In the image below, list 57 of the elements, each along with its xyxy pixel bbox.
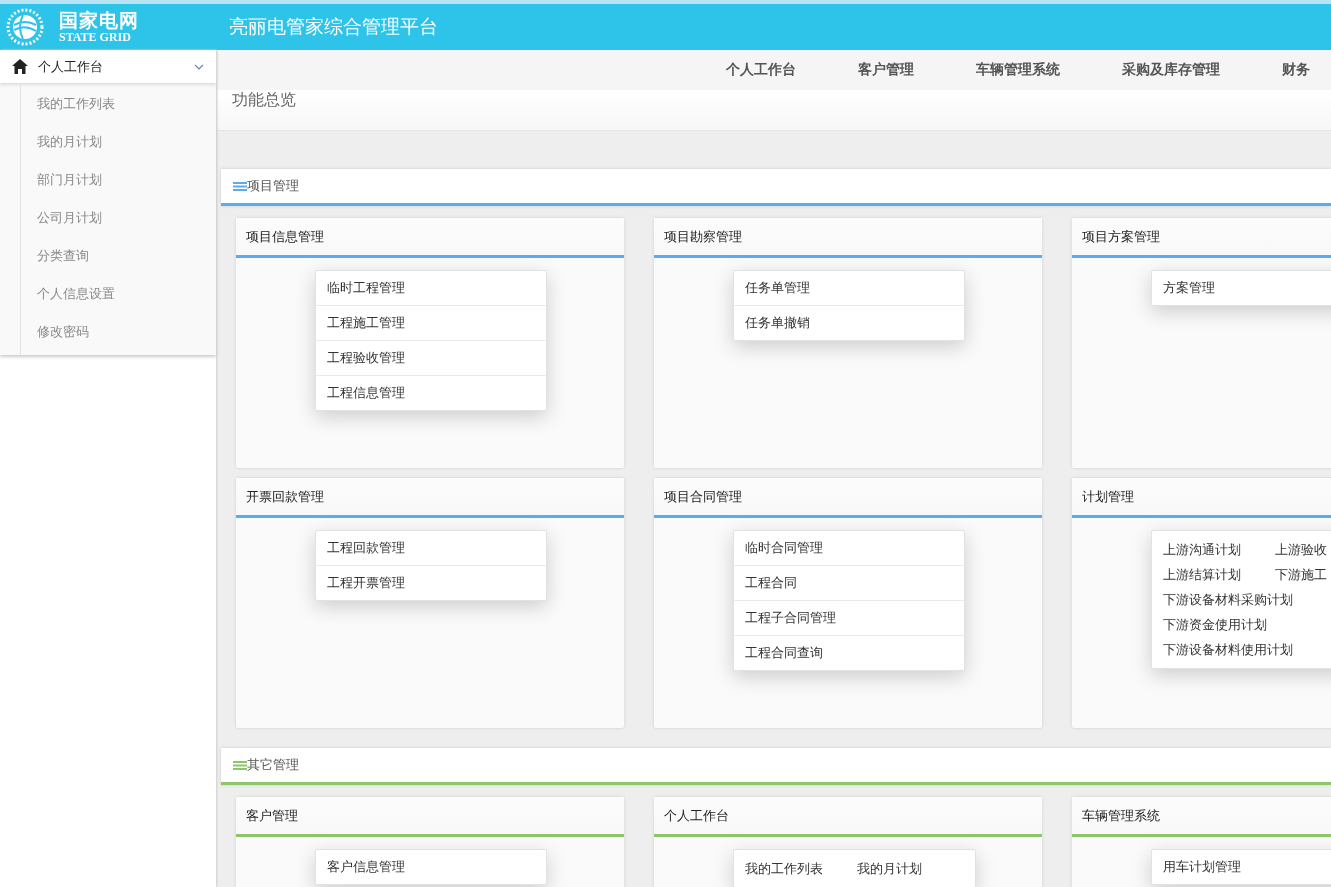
menu-link[interactable]: 工程开票管理 bbox=[316, 566, 546, 600]
sidebar-item[interactable]: 我的月计划 bbox=[37, 123, 216, 161]
card-title: 项目勘察管理 bbox=[664, 227, 742, 246]
menu-icon bbox=[233, 181, 247, 191]
menu-link[interactable]: 我的工作列表 bbox=[745, 856, 849, 881]
card-title: 计划管理 bbox=[1082, 487, 1134, 506]
menu-link[interactable]: 上游结算计划 bbox=[1163, 562, 1267, 587]
logo-text: 国家电网 bbox=[59, 11, 139, 30]
card-title: 客户管理 bbox=[246, 806, 298, 825]
menu-link[interactable]: 工程验收管理 bbox=[316, 341, 546, 376]
menu-link[interactable]: 上游验收 bbox=[1275, 537, 1331, 562]
sidebar-item[interactable]: 分类查询 bbox=[37, 237, 216, 275]
menu-link[interactable]: 下游设备材料使用计划 bbox=[1163, 637, 1293, 662]
menu-link[interactable]: 客户信息管理 bbox=[316, 850, 546, 884]
sidebar-item[interactable]: 我的工作列表 bbox=[37, 85, 216, 123]
menu-link[interactable]: 我的月计划 bbox=[857, 856, 961, 881]
sidebar-item[interactable]: 修改密码 bbox=[37, 313, 216, 351]
chevron-down-icon bbox=[194, 63, 204, 70]
section-title: 项目管理 bbox=[247, 177, 299, 195]
app-title: 亮丽电管家综合管理平台 bbox=[229, 14, 438, 39]
card-title: 项目信息管理 bbox=[246, 227, 324, 246]
menu-link[interactable]: 工程子合同管理 bbox=[734, 601, 964, 636]
menu-link[interactable]: 上游沟通计划 bbox=[1163, 537, 1267, 562]
logo-subtitle: STATE GRID bbox=[59, 31, 132, 43]
menu-link[interactable]: 工程施工管理 bbox=[316, 306, 546, 341]
sidebar-group[interactable]: 个人工作台 bbox=[0, 50, 216, 83]
menu-link[interactable]: 下游资金使用计划 bbox=[1163, 612, 1267, 637]
menu-link[interactable]: 下游施工 bbox=[1275, 562, 1331, 587]
menu-link[interactable]: 任务单撤销 bbox=[734, 306, 964, 340]
page-title: 功能总览 bbox=[232, 90, 296, 109]
menu-link[interactable]: 临时工程管理 bbox=[316, 271, 546, 306]
menu-link[interactable]: 任务单管理 bbox=[734, 271, 964, 306]
nav-link[interactable]: 车辆管理系统 bbox=[976, 61, 1060, 79]
menu-link[interactable]: 工程合同查询 bbox=[734, 636, 964, 670]
section-title: 其它管理 bbox=[247, 756, 299, 774]
menu-link[interactable]: 方案管理 bbox=[1152, 271, 1331, 305]
card-title: 开票回款管理 bbox=[246, 487, 324, 506]
globe-logo-icon bbox=[5, 7, 45, 47]
menu-link[interactable]: 工程合同 bbox=[734, 566, 964, 601]
menu-icon bbox=[233, 760, 247, 770]
menu-link[interactable]: 下游设备材料采购计划 bbox=[1163, 587, 1293, 612]
nav-link[interactable]: 客户管理 bbox=[858, 61, 914, 79]
card-title: 项目合同管理 bbox=[664, 487, 742, 506]
menu-link[interactable]: 用车计划管理 bbox=[1152, 850, 1331, 884]
sidebar-item[interactable]: 部门月计划 bbox=[37, 161, 216, 199]
home-icon bbox=[12, 59, 28, 74]
nav-link[interactable]: 财务 bbox=[1282, 61, 1310, 79]
menu-link[interactable]: 工程回款管理 bbox=[316, 531, 546, 566]
nav-link[interactable]: 采购及库存管理 bbox=[1122, 61, 1220, 79]
card-title: 车辆管理系统 bbox=[1082, 806, 1160, 825]
menu-link[interactable]: 工程信息管理 bbox=[316, 376, 546, 410]
card-title: 个人工作台 bbox=[664, 806, 729, 825]
card-title: 项目方案管理 bbox=[1082, 227, 1160, 246]
sidebar-item[interactable]: 公司月计划 bbox=[37, 199, 216, 237]
sidebar-item[interactable]: 个人信息设置 bbox=[37, 275, 216, 313]
nav-link[interactable]: 个人工作台 bbox=[726, 61, 796, 79]
menu-link[interactable]: 临时合同管理 bbox=[734, 531, 964, 566]
